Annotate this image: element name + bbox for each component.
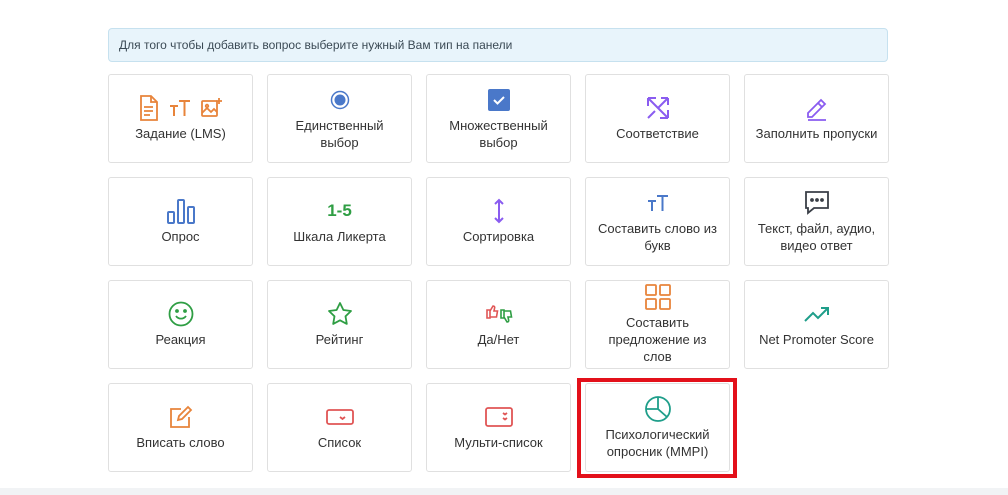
message-icon: [804, 190, 830, 216]
card-sentence-from-words[interactable]: Составить предложение из слов: [585, 280, 730, 369]
text-size-icon: [647, 194, 669, 212]
image-add-icon: [200, 97, 223, 119]
likert-icon: 1-5: [327, 201, 352, 220]
card-psych-questionnaire-mmpi[interactable]: Психологический опросник (MMPI): [585, 383, 730, 472]
card-label: Психологический опросник (MMPI): [605, 426, 710, 459]
card-poll[interactable]: Опрос: [108, 177, 253, 266]
card-label: Единственный выбор: [295, 117, 384, 150]
card-label: Множественный выбор: [449, 117, 548, 150]
text-size-icon: [169, 99, 191, 117]
trend-up-icon: [803, 304, 831, 324]
card-label: Задание (LMS): [135, 126, 226, 141]
card-label: Реакция: [155, 332, 206, 347]
grid-icon: [644, 284, 671, 310]
card-task-lms[interactable]: Задание (LMS): [108, 74, 253, 163]
card-label: Составить предложение из слов: [608, 315, 707, 364]
card-label: Текст, файл, аудио, видео ответ: [757, 220, 876, 253]
arrows-match-icon: [645, 95, 671, 121]
document-icon: [139, 95, 159, 121]
card-label: Мульти-список: [454, 435, 543, 450]
card-label: Составить слово из букв: [598, 220, 717, 253]
dropdown-icon: [325, 407, 354, 427]
info-text: Для того чтобы добавить вопрос выберите …: [119, 38, 513, 52]
card-yes-no[interactable]: Да/Нет: [426, 280, 571, 369]
card-label: Вписать слово: [136, 435, 225, 450]
card-reaction[interactable]: Реакция: [108, 280, 253, 369]
pencil-icon: [804, 95, 830, 121]
card-word-from-letters[interactable]: Составить слово из букв: [585, 177, 730, 266]
bar-chart-icon: [166, 198, 196, 224]
card-fill-gaps[interactable]: Заполнить пропуски: [744, 74, 889, 163]
card-matching[interactable]: Соответствие: [585, 74, 730, 163]
card-label: Список: [317, 435, 362, 450]
card-sorting[interactable]: Сортировка: [426, 177, 571, 266]
info-banner: Для того чтобы добавить вопрос выберите …: [108, 28, 888, 62]
card-multiple-choice[interactable]: Множественный выбор: [426, 74, 571, 163]
card-label: Опрос: [161, 229, 200, 244]
edit-box-icon: [168, 404, 194, 430]
radio-selected-icon: [330, 90, 350, 110]
card-label: Заполнить пропуски: [755, 126, 878, 141]
card-net-promoter-score[interactable]: Net Promoter Score: [744, 280, 889, 369]
card-rating[interactable]: Рейтинг: [267, 280, 412, 369]
bottom-divider: [0, 488, 1008, 495]
card-label: Сортировка: [462, 229, 535, 244]
card-text-file-answer[interactable]: Текст, файл, аудио, видео ответ: [744, 177, 889, 266]
card-list[interactable]: Список: [267, 383, 412, 472]
card-likert-scale[interactable]: 1-5 Шкала Ликерта: [267, 177, 412, 266]
thumbs-icon: [485, 304, 513, 324]
pie-chart-icon: [644, 395, 672, 423]
checkbox-checked-icon: [487, 88, 510, 111]
card-write-word[interactable]: Вписать слово: [108, 383, 253, 472]
question-type-grid: Задание (LMS) Единственный выбор Множест…: [108, 74, 890, 472]
card-label: Да/Нет: [477, 332, 520, 347]
sort-vertical-icon: [492, 198, 506, 224]
card-single-choice[interactable]: Единственный выбор: [267, 74, 412, 163]
card-label: Net Promoter Score: [759, 332, 874, 347]
card-label: Рейтинг: [315, 332, 364, 347]
card-multi-list[interactable]: Мульти-список: [426, 383, 571, 472]
multi-dropdown-icon: [484, 406, 513, 428]
card-label: Шкала Ликерта: [293, 229, 386, 244]
smile-icon: [168, 301, 194, 327]
star-icon: [327, 301, 353, 327]
card-label: Соответствие: [616, 126, 699, 141]
